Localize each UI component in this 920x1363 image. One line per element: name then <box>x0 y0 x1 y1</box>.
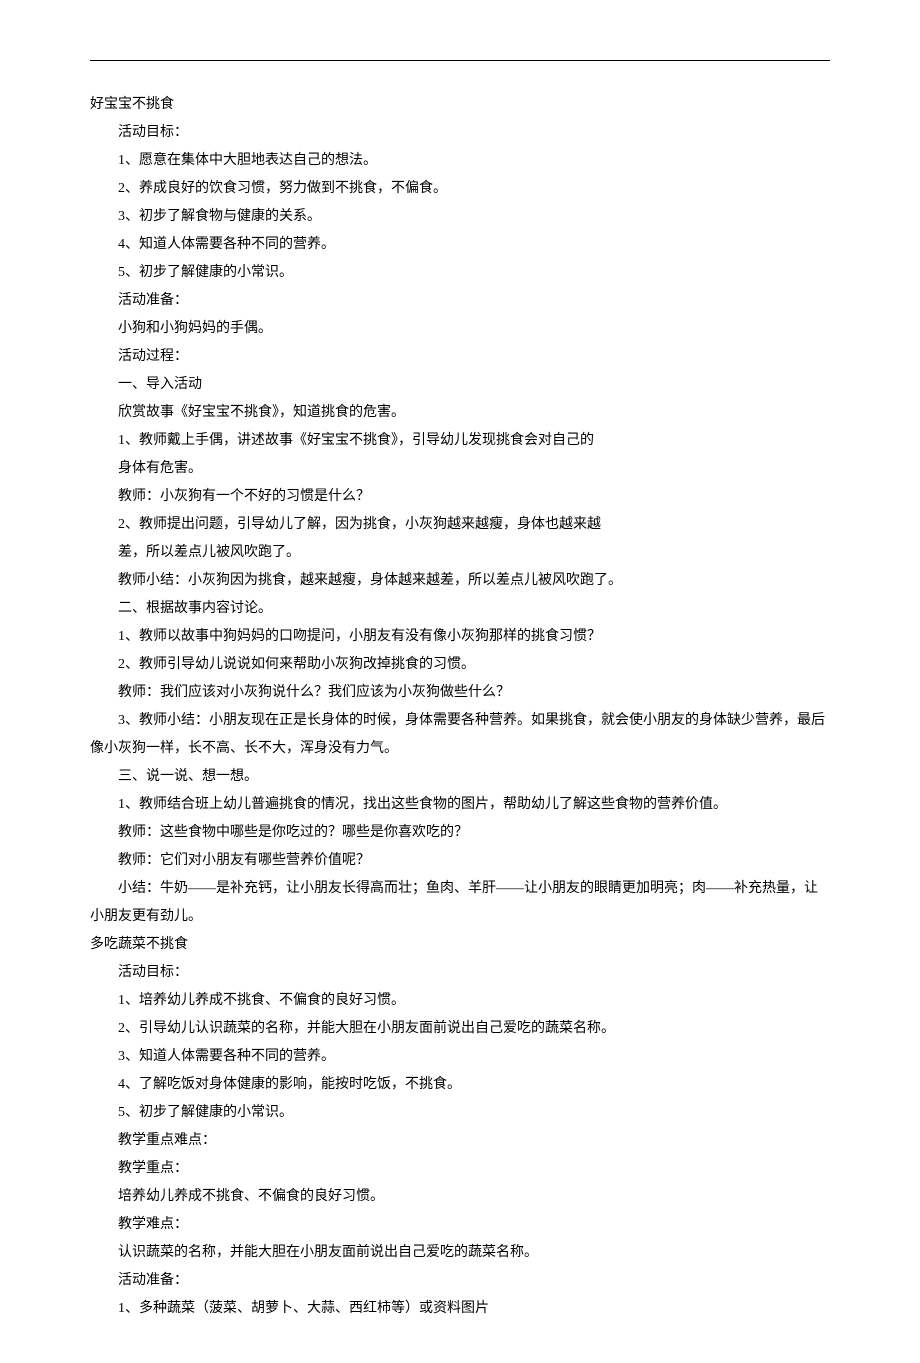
goals-label: 活动目标： <box>90 119 830 147</box>
part1-item: 1、教师戴上手偶，讲述故事《好宝宝不挑食》，引导幼儿发现挑食会对自己的 <box>90 427 830 455</box>
goal-item: 1、培养幼儿养成不挑食、不偏食的良好习惯。 <box>90 987 830 1015</box>
section1-title: 好宝宝不挑食 <box>90 91 830 119</box>
goal-item: 5、初步了解健康的小常识。 <box>90 259 830 287</box>
summary: 小结：牛奶——是补充钙，让小朋友长得高而壮；鱼肉、羊肝——让小朋友的眼睛更加明亮… <box>90 875 830 931</box>
goal-item: 4、知道人体需要各种不同的营养。 <box>90 231 830 259</box>
goal-item: 3、初步了解食物与健康的关系。 <box>90 203 830 231</box>
key-label: 教学重点： <box>90 1155 830 1183</box>
horizontal-divider <box>90 60 830 61</box>
teacher-question: 教师：我们应该对小灰狗说什么？我们应该为小灰狗做些什么？ <box>90 679 830 707</box>
part2-title: 二、根据故事内容讨论。 <box>90 595 830 623</box>
part3-item: 1、教师结合班上幼儿普遍挑食的情况，找出这些食物的图片，帮助幼儿了解这些食物的营… <box>90 791 830 819</box>
diff-label: 教学难点： <box>90 1211 830 1239</box>
part2-item: 1、教师以故事中狗妈妈的口吻提问，小朋友有没有像小灰狗那样的挑食习惯？ <box>90 623 830 651</box>
part1-title: 一、导入活动 <box>90 371 830 399</box>
goal-item: 3、知道人体需要各种不同的营养。 <box>90 1043 830 1071</box>
teacher-question: 教师：小灰狗有一个不好的习惯是什么？ <box>90 483 830 511</box>
prep-item: 1、多种蔬菜（菠菜、胡萝卜、大蒜、西红柿等）或资料图片 <box>90 1295 830 1323</box>
prep-label: 活动准备： <box>90 1267 830 1295</box>
part1-item: 差，所以差点儿被风吹跑了。 <box>90 539 830 567</box>
diff-content: 认识蔬菜的名称，并能大胆在小朋友面前说出自己爱吃的蔬菜名称。 <box>90 1239 830 1267</box>
teacher-summary: 3、教师小结：小朋友现在正是长身体的时候，身体需要各种营养。如果挑食，就会使小朋… <box>90 707 830 763</box>
process-label: 活动过程： <box>90 343 830 371</box>
goal-item: 4、了解吃饭对身体健康的影响，能按时吃饭，不挑食。 <box>90 1071 830 1099</box>
part1-intro: 欣赏故事《好宝宝不挑食》，知道挑食的危害。 <box>90 399 830 427</box>
goals-label: 活动目标： <box>90 959 830 987</box>
prep-content: 小狗和小狗妈妈的手偶。 <box>90 315 830 343</box>
teacher-summary: 教师小结：小灰狗因为挑食，越来越瘦，身体越来越差，所以差点儿被风吹跑了。 <box>90 567 830 595</box>
goal-item: 5、初步了解健康的小常识。 <box>90 1099 830 1127</box>
section2-title: 多吃蔬菜不挑食 <box>90 931 830 959</box>
teacher-question: 教师：这些食物中哪些是你吃过的？哪些是你喜欢吃的？ <box>90 819 830 847</box>
prep-label: 活动准备： <box>90 287 830 315</box>
goal-item: 1、愿意在集体中大胆地表达自己的想法。 <box>90 147 830 175</box>
points-label: 教学重点难点： <box>90 1127 830 1155</box>
part1-item: 2、教师提出问题，引导幼儿了解，因为挑食，小灰狗越来越瘦，身体也越来越 <box>90 511 830 539</box>
part3-title: 三、说一说、想一想。 <box>90 763 830 791</box>
goal-item: 2、养成良好的饮食习惯，努力做到不挑食，不偏食。 <box>90 175 830 203</box>
part2-item: 2、教师引导幼儿说说如何来帮助小灰狗改掉挑食的习惯。 <box>90 651 830 679</box>
key-content: 培养幼儿养成不挑食、不偏食的良好习惯。 <box>90 1183 830 1211</box>
part1-item: 身体有危害。 <box>90 455 830 483</box>
teacher-question: 教师：它们对小朋友有哪些营养价值呢？ <box>90 847 830 875</box>
goal-item: 2、引导幼儿认识蔬菜的名称，并能大胆在小朋友面前说出自己爱吃的蔬菜名称。 <box>90 1015 830 1043</box>
